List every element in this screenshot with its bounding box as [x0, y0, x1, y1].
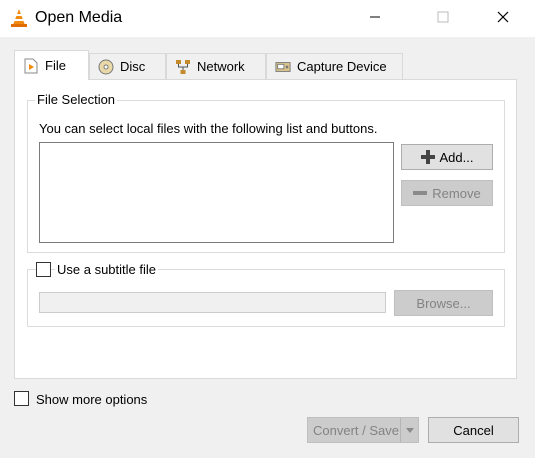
tab-network-label: Network	[197, 59, 245, 74]
tab-disc-label: Disc	[120, 59, 146, 74]
add-button-label: Add...	[439, 149, 474, 165]
tab-capture-device-label: Capture Device	[297, 59, 387, 74]
show-more-options-label: Show more options	[36, 392, 148, 407]
title-bar: Open Media	[0, 0, 535, 37]
subtitle-checkbox[interactable]	[36, 262, 51, 277]
file-selection-instruction: You can select local files with the foll…	[39, 121, 378, 136]
cancel-button[interactable]: Cancel	[428, 417, 519, 443]
browse-button-label: Browse...	[416, 295, 471, 311]
convert-save-label: Convert / Save	[313, 422, 399, 438]
show-more-options-checkbox[interactable]	[14, 391, 29, 406]
maximize-icon	[437, 11, 449, 26]
tab-capture-device[interactable]: Capture Device	[266, 53, 403, 79]
maximize-button[interactable]	[420, 0, 466, 37]
tab-disc[interactable]: Disc	[89, 53, 166, 79]
tab-file-label: File	[45, 58, 66, 73]
remove-button-label: Remove	[432, 185, 481, 201]
capture-device-icon	[275, 59, 291, 75]
vlc-cone-icon	[10, 8, 28, 28]
disc-icon	[98, 59, 114, 75]
network-icon	[175, 59, 191, 75]
close-button[interactable]	[480, 0, 526, 37]
file-selection-title: File Selection	[35, 92, 118, 107]
tab-network[interactable]: Network	[166, 53, 266, 79]
close-icon	[496, 10, 510, 27]
file-list[interactable]	[39, 142, 394, 243]
minus-icon	[413, 186, 428, 200]
tab-file[interactable]: File	[14, 50, 89, 80]
window-title: Open Media	[35, 9, 123, 26]
browse-button[interactable]: Browse...	[394, 290, 493, 316]
cancel-button-label: Cancel	[453, 422, 494, 438]
subtitle-file-field[interactable]	[39, 292, 386, 313]
file-play-icon	[23, 58, 39, 74]
add-button[interactable]: Add...	[401, 144, 493, 170]
subtitle-checkbox-label: Use a subtitle file	[55, 262, 158, 277]
file-tab-panel: File Selection You can select local file…	[14, 79, 517, 379]
minimize-icon	[369, 11, 381, 26]
minimize-button[interactable]	[352, 0, 398, 37]
plus-icon	[420, 150, 435, 164]
dropdown-arrow-icon[interactable]	[400, 418, 418, 442]
remove-button[interactable]: Remove	[401, 180, 493, 206]
convert-save-button[interactable]: Convert / Save	[307, 417, 419, 443]
